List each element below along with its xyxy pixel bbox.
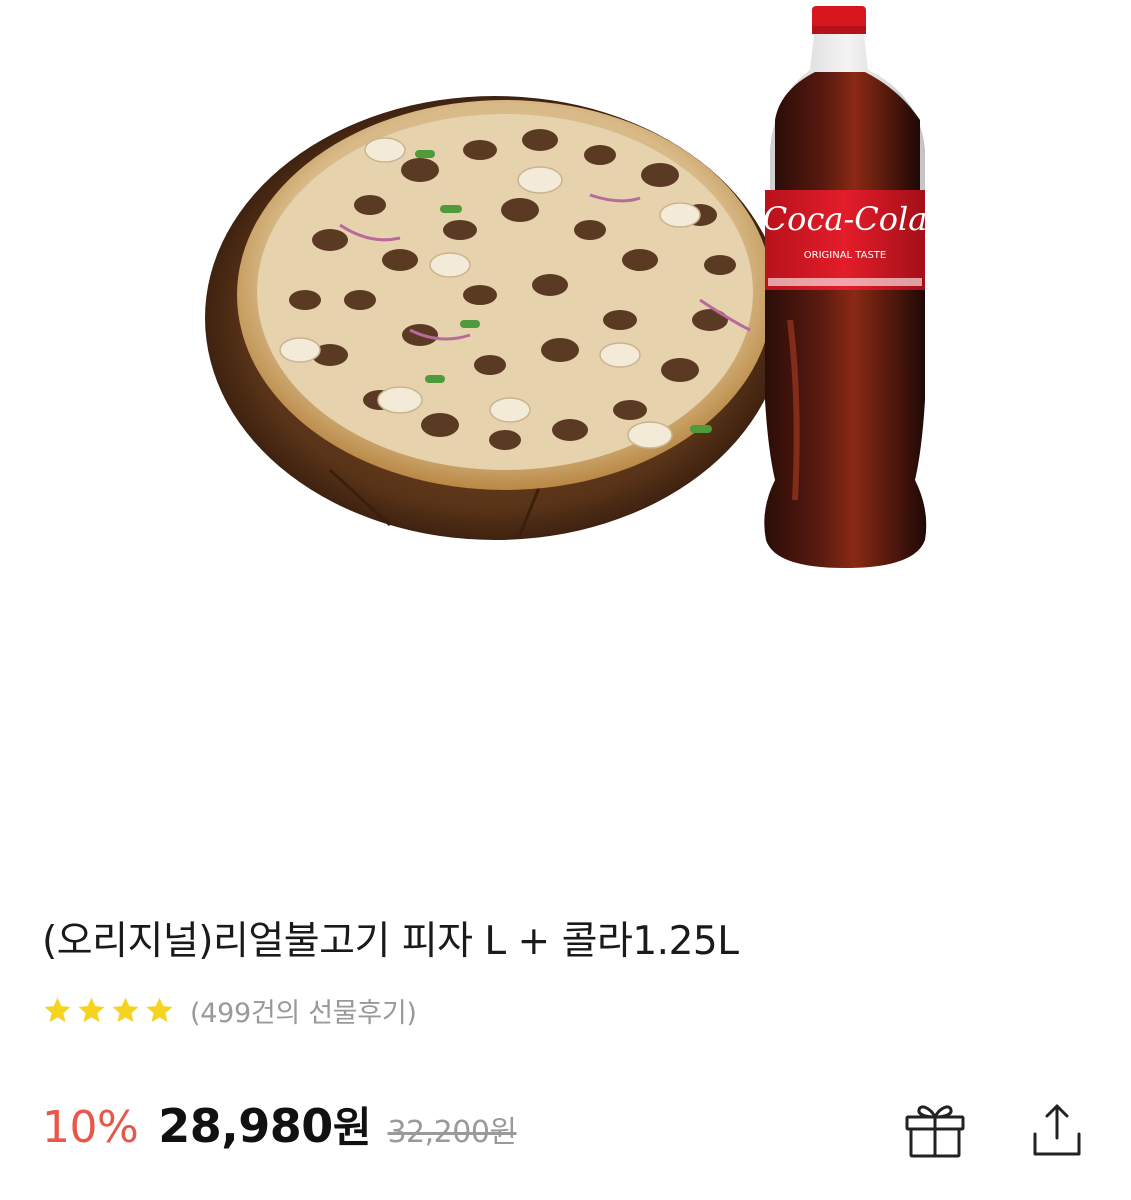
star-icon xyxy=(146,997,173,1022)
price-unit: 원 xyxy=(332,1103,372,1152)
product-image: Coca-Cola ORIGINAL TASTE xyxy=(0,0,1131,590)
sale-price: 28,980 xyxy=(158,1099,333,1153)
price-row: 10% 28,980 원 32,200원 xyxy=(42,1094,517,1166)
discount-rate: 10% xyxy=(42,1102,139,1153)
original-price: 32,200원 xyxy=(387,1115,517,1150)
product-title: (오리지널)리얼불고기 피자 L + 콜라1.25L xyxy=(42,919,739,964)
star-rating xyxy=(42,995,178,1026)
share-button[interactable] xyxy=(1024,1097,1090,1163)
star-icon xyxy=(112,997,139,1022)
gift-icon xyxy=(905,1105,965,1158)
gift-button[interactable] xyxy=(902,1097,968,1163)
share-icon xyxy=(1033,1104,1081,1156)
rating-row: (499건의 선물후기) xyxy=(42,988,417,1032)
star-icon xyxy=(44,997,71,1022)
svg-text:Coca-Cola: Coca-Cola xyxy=(763,200,928,238)
review-count-link[interactable]: (499건의 선물후기) xyxy=(190,991,417,1030)
svg-text:ORIGINAL TASTE: ORIGINAL TASTE xyxy=(804,250,887,261)
star-icon xyxy=(78,997,105,1022)
